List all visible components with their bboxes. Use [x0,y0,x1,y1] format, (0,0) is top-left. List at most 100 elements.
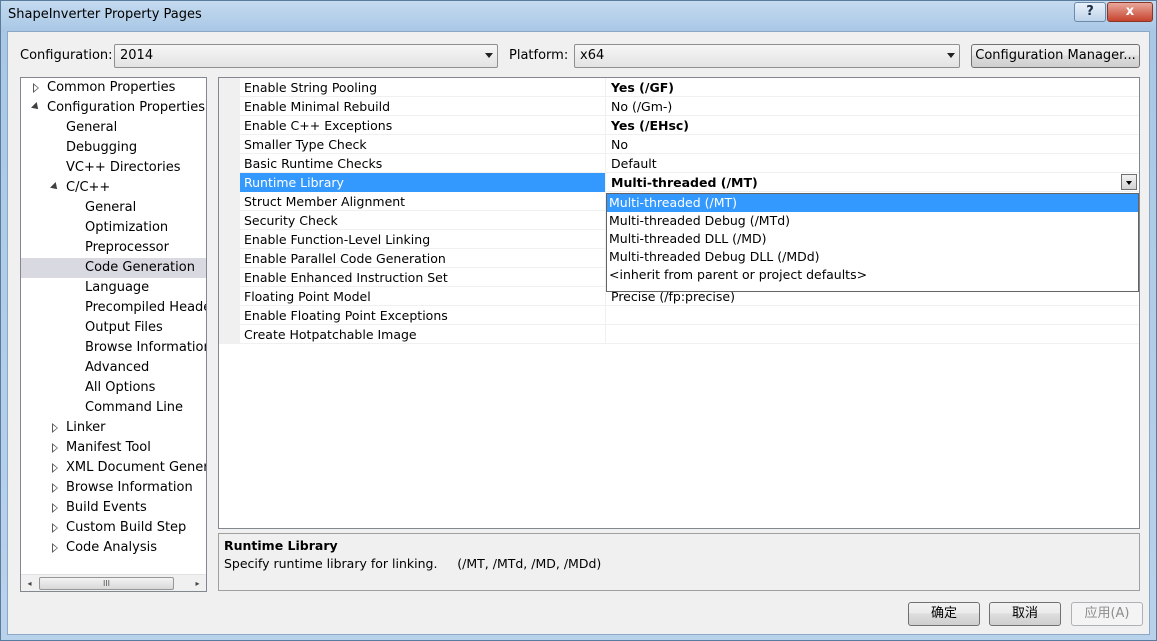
platform-select[interactable]: x64 [574,44,960,68]
scroll-right-icon[interactable]: ▸ [189,575,206,591]
property-row[interactable]: Create Hotpatchable Image [219,325,1139,344]
row-gutter [219,306,240,325]
expand-arrow-icon[interactable] [52,543,58,553]
expand-arrow-icon[interactable] [52,503,58,513]
tree-item-label: Command Line [85,400,184,415]
property-value[interactable]: No (/Gm-) [607,97,1139,116]
tree-item-label: Browse Information [66,480,193,495]
property-value[interactable]: Yes (/EHsc) [607,116,1139,135]
row-gutter [219,230,240,249]
tree-item-label: Browse Information [85,340,207,355]
tree-item[interactable]: Code Generation [21,258,206,278]
tree-item[interactable]: Advanced [21,358,206,378]
configuration-select[interactable]: 2014 [114,44,498,68]
platform-label: Platform: [509,48,569,63]
runtime-library-dropdown[interactable]: Multi-threaded (/MT) Multi-threaded Debug… [606,193,1139,292]
tree-item[interactable]: Common Properties [21,78,206,98]
property-value[interactable]: Default [607,154,1139,173]
property-name[interactable]: Enable Function-Level Linking [240,230,606,249]
property-name[interactable]: Basic Runtime Checks [240,154,606,173]
scroll-thumb[interactable]: III [39,577,174,590]
title-bar[interactable]: ShapeInverter Property Pages ? x [1,1,1156,31]
configuration-manager-button[interactable]: Configuration Manager... [971,44,1140,68]
property-row[interactable]: Runtime Library Multi-threaded (/MT) [219,173,1139,192]
property-name[interactable]: Enable Floating Point Exceptions [240,306,606,325]
scroll-left-icon[interactable]: ◂ [21,575,38,591]
tree-item[interactable]: Code Analysis [21,538,206,558]
property-row[interactable]: Enable String Pooling Yes (/GF) [219,78,1139,97]
tree-item[interactable]: Language [21,278,206,298]
property-name[interactable]: Security Check [240,211,606,230]
tree-item[interactable]: Browse Information [21,338,207,358]
tree-horizontal-scrollbar[interactable]: ◂ III ▸ [21,574,206,591]
property-name[interactable]: Enable String Pooling [240,78,606,97]
tree-item[interactable]: VC++ Directories [21,158,206,178]
tree-item[interactable]: Command Line [21,398,206,418]
property-value[interactable]: Yes (/GF) [607,78,1139,97]
property-name[interactable]: Floating Point Model [240,287,606,306]
tree-item[interactable]: General [21,198,206,218]
property-row[interactable]: Enable Minimal Rebuild No (/Gm-) [219,97,1139,116]
property-value[interactable]: No [607,135,1139,154]
tree-item[interactable]: Manifest Tool [21,438,206,458]
tree-item[interactable]: Configuration Properties [21,98,206,118]
property-name[interactable]: Runtime Library [240,173,606,192]
property-name[interactable]: Smaller Type Check [240,135,606,154]
property-row[interactable]: Smaller Type Check No [219,135,1139,154]
property-value[interactable] [607,325,1139,344]
expand-arrow-icon[interactable] [52,523,58,533]
help-button[interactable]: ? [1074,2,1106,22]
row-gutter [219,325,240,344]
tree-item[interactable]: Output Files [21,318,206,338]
row-gutter [219,268,240,287]
tree-item[interactable]: Debugging [21,138,206,158]
expand-arrow-icon[interactable] [33,83,39,93]
property-row[interactable]: Enable Floating Point Exceptions [219,306,1139,325]
property-row[interactable]: Enable C++ Exceptions Yes (/EHsc) [219,116,1139,135]
tree-item-label: Advanced [85,360,150,375]
property-value[interactable] [607,306,1139,325]
collapse-arrow-icon[interactable] [50,182,60,192]
tree-item[interactable]: General [21,118,206,138]
property-value[interactable]: Multi-threaded (/MT) [607,173,1139,192]
expand-arrow-icon[interactable] [52,483,58,493]
expand-arrow-icon[interactable] [52,423,58,433]
expand-arrow-icon[interactable] [52,463,58,473]
close-button[interactable]: x [1107,2,1153,22]
property-name[interactable]: Struct Member Alignment [240,192,606,211]
dropdown-option[interactable]: Multi-threaded DLL (/MD) [607,230,1138,248]
tree-item[interactable]: XML Document Generator [21,458,206,478]
tree-item[interactable]: Precompiled Headers [21,298,206,318]
tree-item[interactable]: All Options [21,378,206,398]
property-name[interactable]: Enable C++ Exceptions [240,116,606,135]
tree-item-label: Configuration Properties [47,100,205,115]
property-tree[interactable]: Code Analysis Custom Build Step Build Even… [20,77,207,592]
dropdown-option[interactable]: Multi-threaded Debug (/MTd) [607,212,1138,230]
tree-item-label: XML Document Generator [66,460,206,475]
row-gutter [219,173,240,192]
property-name[interactable]: Create Hotpatchable Image [240,325,606,344]
tree-item[interactable]: Browse Information [21,478,206,498]
property-name[interactable]: Enable Enhanced Instruction Set [240,268,606,287]
cancel-button[interactable]: 取消 [989,602,1061,626]
tree-item[interactable]: Linker [21,418,206,438]
description-panel: Runtime Library Specify runtime library … [218,533,1140,591]
property-row[interactable]: Basic Runtime Checks Default [219,154,1139,173]
tree-item[interactable]: Preprocessor [21,238,206,258]
dropdown-option[interactable]: <inherit from parent or project defaults… [607,266,1138,284]
dropdown-arrow-icon[interactable] [1121,174,1137,190]
tree-item[interactable]: Custom Build Step [21,518,206,538]
ok-button[interactable]: 确定 [908,602,980,626]
dropdown-option[interactable]: Multi-threaded Debug DLL (/MDd) [607,248,1138,266]
expand-arrow-icon[interactable] [52,443,58,453]
tree-item-label: Debugging [66,140,138,155]
property-grid[interactable]: Enable String Pooling Yes (/GF) Enable Min… [218,77,1140,529]
property-name[interactable]: Enable Parallel Code Generation [240,249,606,268]
apply-button[interactable]: 应用(A) [1071,602,1143,626]
tree-item[interactable]: C/C++ [21,178,206,198]
property-name[interactable]: Enable Minimal Rebuild [240,97,606,116]
collapse-arrow-icon[interactable] [31,102,41,112]
dropdown-option[interactable]: Multi-threaded (/MT) [607,194,1138,212]
tree-item[interactable]: Optimization [21,218,206,238]
tree-item[interactable]: Build Events [21,498,206,518]
